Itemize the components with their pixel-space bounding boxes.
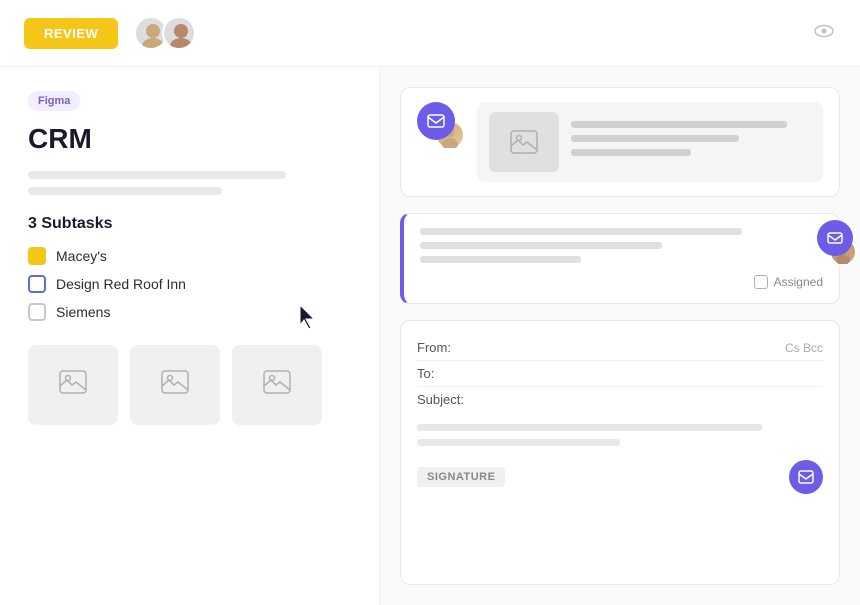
email-content-1 [477, 102, 823, 182]
thumbnails-row [28, 345, 351, 425]
email-line [571, 135, 739, 142]
compose-from-label: From: [417, 340, 477, 355]
image-icon [263, 370, 291, 400]
email-card-1-header [401, 88, 839, 196]
desc-line-1 [28, 171, 286, 179]
thumbnail-1[interactable] [28, 345, 118, 425]
email-card-2[interactable]: Assigned [400, 213, 840, 304]
email-card-1[interactable] [400, 87, 840, 197]
assigned-label: Assigned [774, 275, 823, 289]
subtask-label: Design Red Roof Inn [56, 276, 186, 292]
card2-line [420, 228, 742, 235]
assigned-checkbox[interactable] [754, 275, 768, 289]
review-button[interactable]: REVIEW [24, 18, 118, 49]
subtask-label: Macey's [56, 248, 107, 264]
compose-subject-label: Subject: [417, 392, 477, 407]
avatar-2 [162, 16, 196, 50]
thumbnail-2[interactable] [130, 345, 220, 425]
email-content-inner [477, 102, 823, 182]
left-panel: Figma CRM 3 Subtasks Macey's Design Red … [0, 67, 380, 605]
email-line [571, 121, 787, 128]
email-card-2-lines [420, 228, 823, 263]
card2-footer: Assigned [420, 275, 823, 289]
right-panel: Assigned From: [380, 67, 860, 605]
send-button[interactable] [789, 460, 823, 494]
compose-subject-field: Subject: [417, 387, 823, 412]
card2-avatar-area [817, 220, 853, 256]
card2-line [420, 242, 662, 249]
list-item[interactable]: Siemens [28, 303, 351, 321]
mail-icon-circle-2 [817, 220, 853, 256]
subtask-dot-gray [28, 303, 46, 321]
description-placeholder [28, 171, 351, 195]
email-line [571, 149, 691, 156]
compose-footer: SIGNATURE [417, 460, 823, 494]
image-icon [161, 370, 189, 400]
compose-to-label: To: [417, 366, 477, 381]
compose-cc-bcc[interactable]: Cs Bcc [785, 341, 823, 355]
list-item[interactable]: Macey's [28, 247, 351, 265]
header: REVIEW [0, 0, 860, 67]
subtask-label: Siemens [56, 304, 110, 320]
body-line [417, 424, 762, 431]
signature-button[interactable]: SIGNATURE [417, 467, 505, 487]
email-avatar-wrapper-1 [417, 102, 465, 150]
thumbnail-3[interactable] [232, 345, 322, 425]
eye-icon[interactable] [812, 19, 836, 48]
main-layout: Figma CRM 3 Subtasks Macey's Design Red … [0, 67, 860, 605]
compose-from-field: From: Cs Bcc [417, 335, 823, 361]
compose-to-field: To: [417, 361, 823, 387]
compose-area: From: Cs Bcc To: Subject: SIGNATURE [400, 320, 840, 585]
project-title: CRM [28, 123, 351, 155]
compose-body [417, 424, 823, 446]
subtask-dot-yellow [28, 247, 46, 265]
image-icon [59, 370, 87, 400]
subtask-dot-blue [28, 275, 46, 293]
subtask-list: Macey's Design Red Roof Inn Siemens [28, 247, 351, 321]
card2-line [420, 256, 581, 263]
list-item[interactable]: Design Red Roof Inn [28, 275, 351, 293]
email-image-placeholder [489, 112, 559, 172]
email-text-lines [571, 121, 811, 163]
desc-line-2 [28, 187, 222, 195]
header-left: REVIEW [24, 16, 196, 50]
mail-icon-circle [417, 102, 455, 140]
tag-badge: Figma [28, 91, 80, 111]
subtasks-heading: 3 Subtasks [28, 215, 351, 233]
body-line [417, 439, 620, 446]
avatar-group [134, 16, 196, 50]
